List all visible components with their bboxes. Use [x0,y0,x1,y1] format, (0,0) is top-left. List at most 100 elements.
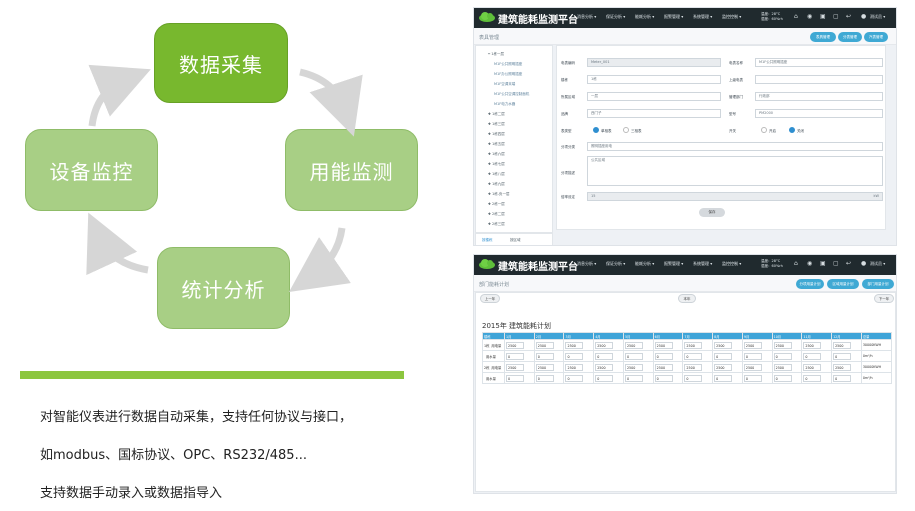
plan-value-input[interactable]: 2500 [565,363,584,371]
plan-value-input[interactable]: 2500 [624,363,643,371]
area-plan-button[interactable]: 区域用量计划 [827,279,859,289]
meter-manage-button[interactable]: 表具管理 [810,32,836,42]
dept-select[interactable]: 行政部 [755,92,883,101]
plan-value-input[interactable]: 0 [684,374,703,382]
tree-folder-item[interactable]: ✚ 1栋六层 [488,152,505,157]
plan-value-input[interactable]: 2500 [535,341,554,349]
plan-value-input[interactable]: 2500 [773,341,792,349]
plan-value-input[interactable]: 2500 [803,363,822,371]
switch-off-radio[interactable] [789,127,795,133]
back-icon[interactable]: ↩ [846,260,851,267]
plan-value-input[interactable]: 2500 [654,341,673,349]
remark-textarea[interactable]: 公共区域 [587,156,883,186]
plan-value-input[interactable]: 0 [773,374,792,382]
plan-value-input[interactable]: 0 [595,374,614,382]
brand-field[interactable]: 西门子 [587,109,721,118]
this-year-button[interactable]: 本年 [678,294,696,303]
meter-code-field[interactable]: Meter_001 [587,58,721,67]
plan-value-input[interactable]: 0 [803,352,822,360]
user-icon[interactable]: ● [861,13,866,20]
model-field[interactable]: PM2000 [755,109,883,118]
plan-value-input[interactable]: 2500 [743,341,762,349]
menu-item-2[interactable]: 保证分析 ▾ [606,261,625,267]
plan-value-input[interactable]: 2500 [595,341,614,349]
tree-folder-item[interactable]: ✚ 1栋-负一层 [488,192,510,197]
plan-value-input[interactable]: 0 [773,352,792,360]
building-select[interactable]: 1栋 [587,75,721,84]
save-button[interactable]: 保存 [699,208,725,217]
ratio-field[interactable]: 15 kW [587,192,883,201]
plan-value-input[interactable]: 2500 [565,341,584,349]
plan-value-input[interactable]: 2500 [506,363,524,371]
tree-folder-item[interactable]: ✚ 2栋三层 [488,222,505,227]
home-icon[interactable]: ⌂ [794,13,798,20]
tree-folder-item[interactable]: ✚ 1栋五层 [488,142,505,147]
plan-value-input[interactable]: 2500 [803,341,822,349]
tree-folder-item[interactable]: ✚ 1栋七层 [488,162,505,167]
plan-value-input[interactable]: 0 [506,352,524,360]
switch-on-radio[interactable] [761,127,767,133]
tree-leaf-item[interactable]: M1F空调末端 [494,82,515,87]
plan-value-input[interactable]: 0 [743,374,762,382]
tab-by-area[interactable]: 按区域 [510,238,521,243]
menu-item-3[interactable]: 能耗分析 ▾ [635,14,654,20]
plan-value-input[interactable]: 0 [803,374,822,382]
type-three-radio[interactable] [623,127,629,133]
plan-value-input[interactable]: 0 [833,374,852,382]
item-plan-button[interactable]: 分项用量计划 [796,279,824,289]
message-icon[interactable]: ▢ [833,260,839,267]
plan-value-input[interactable]: 0 [565,374,584,382]
plan-value-input[interactable]: 0 [565,352,584,360]
tree-leaf-item[interactable]: M1F办公照明插座 [494,72,522,77]
plan-value-input[interactable]: 2500 [624,341,643,349]
meter-name-field[interactable]: M1F公共照明插座 [755,58,883,67]
plan-value-input[interactable]: 0 [833,352,852,360]
tree-folder-item[interactable]: ✚ 2栋二层 [488,212,505,217]
menu-item-1[interactable]: 消息分析 ▾ [577,261,596,267]
menu-item-6[interactable]: 监控控制 ▾ [722,261,741,267]
tree-folder-item[interactable]: ✚ 1栋四层 [488,132,505,137]
menu-item-2[interactable]: 保证分析 ▾ [606,14,625,20]
menu-item-5[interactable]: 系统管理 ▾ [693,14,712,20]
message-icon[interactable]: ▢ [833,13,839,20]
floor-select[interactable]: 一层 [587,92,721,101]
plan-value-input[interactable]: 0 [624,374,643,382]
tree-leaf-item[interactable]: M1F电力水器 [494,102,515,107]
alarm-icon[interactable]: ◉ [807,13,812,20]
plan-value-input[interactable]: 0 [684,352,703,360]
lock-icon[interactable]: ▣ [820,260,826,267]
plan-value-input[interactable]: 0 [535,352,554,360]
tree-leaf-item[interactable]: M1F公共空调控制面机 [494,92,529,97]
menu-item-1[interactable]: 消息分析 ▾ [577,14,596,20]
back-icon[interactable]: ↩ [846,13,851,20]
plan-value-input[interactable]: 2500 [595,363,614,371]
menu-item-4[interactable]: 报警管理 ▾ [664,14,683,20]
plan-value-input[interactable]: 2500 [714,341,733,349]
tree-leaf-item[interactable]: M1F公共照明插座 [494,62,522,67]
lock-icon[interactable]: ▣ [820,13,826,20]
tab-by-building[interactable]: 按楼栋 [482,238,493,243]
tree-folder-item[interactable]: ✚ 1栋三层 [488,122,505,127]
upper-meter-select[interactable] [755,75,883,84]
home-icon[interactable]: ⌂ [794,260,798,267]
plan-value-input[interactable]: 2500 [833,341,852,349]
plan-value-input[interactable]: 0 [714,352,733,360]
user-icon[interactable]: ● [861,260,866,267]
plan-value-input[interactable]: 2500 [535,363,554,371]
plan-value-input[interactable]: 0 [624,352,643,360]
menu-item-5[interactable]: 系统管理 ▾ [693,261,712,267]
plan-value-input[interactable]: 0 [714,374,733,382]
plan-value-input[interactable]: 0 [743,352,762,360]
menu-item-6[interactable]: 监控控制 ▾ [722,14,741,20]
tree-folder-item[interactable]: ✚ 2栋一层 [488,202,505,207]
prev-year-button[interactable]: 上一年 [480,294,500,303]
plan-value-input[interactable]: 0 [595,352,614,360]
tree-folder-item[interactable]: ✚ 1栋二层 [488,112,505,117]
alarm-icon[interactable]: ◉ [807,260,812,267]
tree-folder-item[interactable]: ✚ 1栋九层 [488,182,505,187]
plan-value-input[interactable]: 2500 [506,341,524,349]
plan-value-input[interactable]: 2500 [773,363,792,371]
plan-value-input[interactable]: 0 [654,374,673,382]
plan-value-input[interactable]: 2500 [743,363,762,371]
plan-value-input[interactable]: 0 [506,374,524,382]
